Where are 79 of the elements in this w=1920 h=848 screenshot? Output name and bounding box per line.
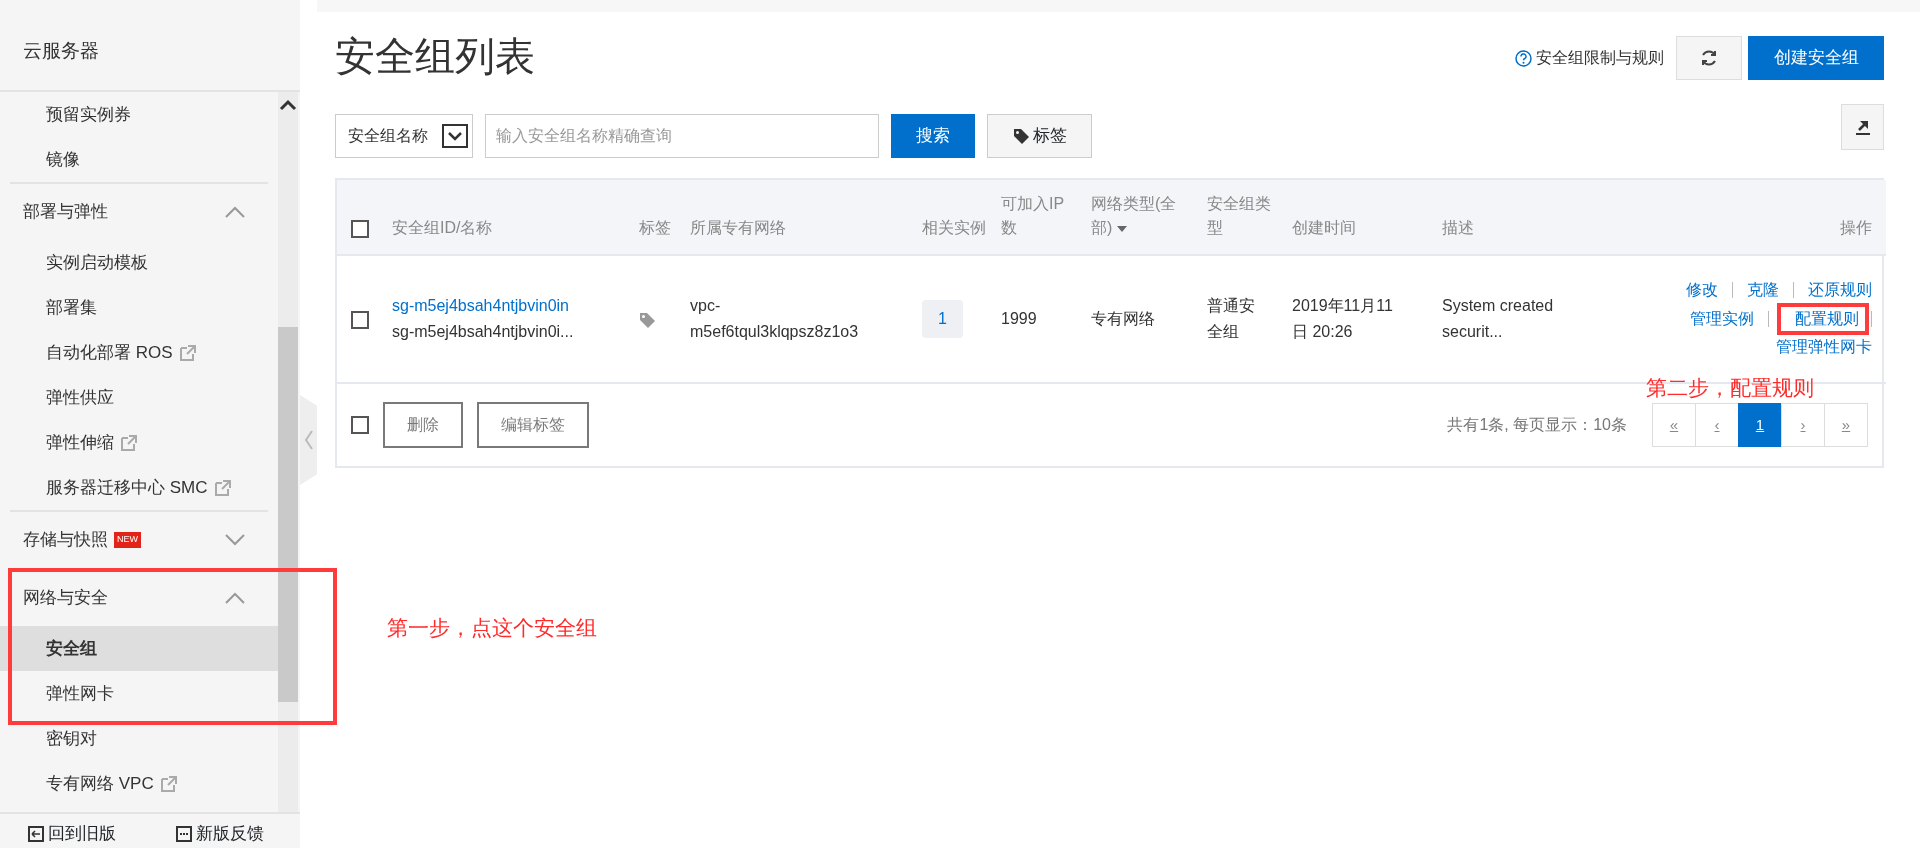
sidebar-item[interactable]: 镜像 [0, 137, 278, 182]
chevron-left-icon [303, 429, 314, 451]
action-link[interactable]: 克隆 [1733, 277, 1793, 303]
instance-count[interactable]: 1 [922, 300, 963, 338]
column-header: 相关实例 [922, 218, 987, 238]
column-header: 标签 [639, 218, 672, 238]
scrollbar-thumb[interactable] [278, 327, 298, 702]
tag-icon [1012, 128, 1031, 144]
sidebar-item[interactable]: 部署集 [0, 285, 278, 330]
scroll-up-icon[interactable] [278, 98, 298, 112]
group-id-link[interactable]: sg-m5ej4bsah4ntjbvin0in [392, 297, 569, 315]
sidebar-item[interactable]: 弹性供应 [0, 375, 278, 420]
column-header: 所属专有网络 [690, 218, 787, 238]
column-header: 安全组类型 [1207, 194, 1272, 238]
page-button[interactable]: › [1781, 403, 1825, 447]
group-title[interactable]: 网络与安全 [23, 585, 108, 611]
tag-icon[interactable] [639, 311, 657, 328]
chevron-up-icon[interactable] [224, 591, 246, 605]
group-type: 普通安全组 [1207, 296, 1256, 342]
sidebar-item[interactable]: 密钥对 [0, 716, 278, 761]
row-checkbox[interactable] [351, 310, 369, 329]
sidebar-item[interactable]: 弹性网卡 [0, 671, 278, 716]
back-icon [28, 826, 44, 842]
column-header: 描述 [1442, 218, 1475, 238]
sidebar-item[interactable]: 自动化部署 ROS [46, 339, 173, 366]
refresh-icon [1700, 49, 1718, 67]
action-link[interactable]: 配置规则 [1781, 306, 1859, 332]
sidebar-item[interactable]: 实例启动模板 [0, 240, 278, 285]
page-button[interactable]: » [1824, 403, 1868, 447]
column-header: 创建时间 [1292, 218, 1357, 238]
page-button[interactable]: 1 [1738, 403, 1782, 447]
group-title[interactable]: 存储与快照 [23, 527, 108, 553]
select-all-checkbox[interactable] [351, 219, 369, 238]
help-link[interactable]: 安全组限制与规则 [1515, 46, 1664, 70]
sidebar-item[interactable]: 弹性伸缩 [46, 429, 114, 456]
sidebar-item[interactable]: 专有网络 VPC [46, 770, 154, 797]
annotation-note: 第一步，点这个安全组 [387, 615, 597, 641]
export-button[interactable] [1841, 104, 1884, 150]
new-badge: NEW [114, 532, 141, 548]
group-name: sg-m5ej4bsah4ntjbvin0i... [392, 323, 574, 340]
page-button[interactable]: « [1652, 403, 1696, 447]
footer-link[interactable]: 回到旧版 [28, 820, 116, 848]
pagination-summary: 共有1条, 每页显示：10条 [1447, 415, 1627, 435]
create-button[interactable]: 创建安全组 [1748, 36, 1884, 80]
action-link[interactable]: 还原规则 [1794, 277, 1872, 303]
caret-down-icon [1116, 224, 1129, 233]
action-link[interactable]: 管理弹性网卡 [1762, 335, 1872, 361]
vpc-id: vpc-m5ef6tqul3klqpsz8z1o3 [690, 296, 860, 342]
export-icon [1853, 118, 1872, 136]
action-link[interactable]: 管理实例 [1676, 306, 1768, 332]
sidebar-item[interactable]: 预留实例券 [0, 92, 278, 137]
dropdown-icon [448, 131, 462, 141]
group-title[interactable]: 部署与弹性 [23, 199, 108, 225]
field-select[interactable]: 安全组名称 [335, 114, 473, 158]
ip-count: 1999 [1001, 310, 1037, 328]
tag-button[interactable]: 标签 [987, 114, 1092, 158]
page-title: 安全组列表 [335, 33, 535, 80]
scrollbar[interactable] [278, 92, 298, 812]
network-type: 专有网络 [1091, 310, 1155, 328]
select-all-checkbox[interactable] [351, 416, 369, 434]
chevron-up-icon[interactable] [224, 205, 246, 219]
sidebar-title: 云服务器 [0, 12, 300, 92]
description: System created securit... [1442, 296, 1555, 342]
column-header: 安全组ID/名称 [392, 218, 494, 238]
search-field[interactable]: 输入安全组名称精确查询 [485, 114, 879, 158]
feedback-icon [176, 826, 192, 842]
footer-link[interactable]: 新版反馈 [176, 820, 264, 848]
search-button[interactable]: 搜索 [891, 114, 975, 158]
annotation-note: 第二步，配置规则 [1646, 375, 1814, 401]
action-link[interactable]: 修改 [1672, 277, 1732, 303]
refresh-button[interactable] [1676, 36, 1742, 80]
column-header: 操作 [1839, 218, 1872, 238]
column-header: 可加入IP数 [1001, 194, 1066, 238]
sidebar-item[interactable]: 安全组 [0, 626, 278, 671]
sidebar-item[interactable]: 服务器迁移中心 SMC [46, 474, 208, 501]
created-time: 2019年11月11日 20:26 [1292, 296, 1394, 342]
chevron-down-icon[interactable] [224, 533, 246, 547]
page-button[interactable]: ‹ [1695, 403, 1739, 447]
help-icon [1515, 49, 1532, 67]
